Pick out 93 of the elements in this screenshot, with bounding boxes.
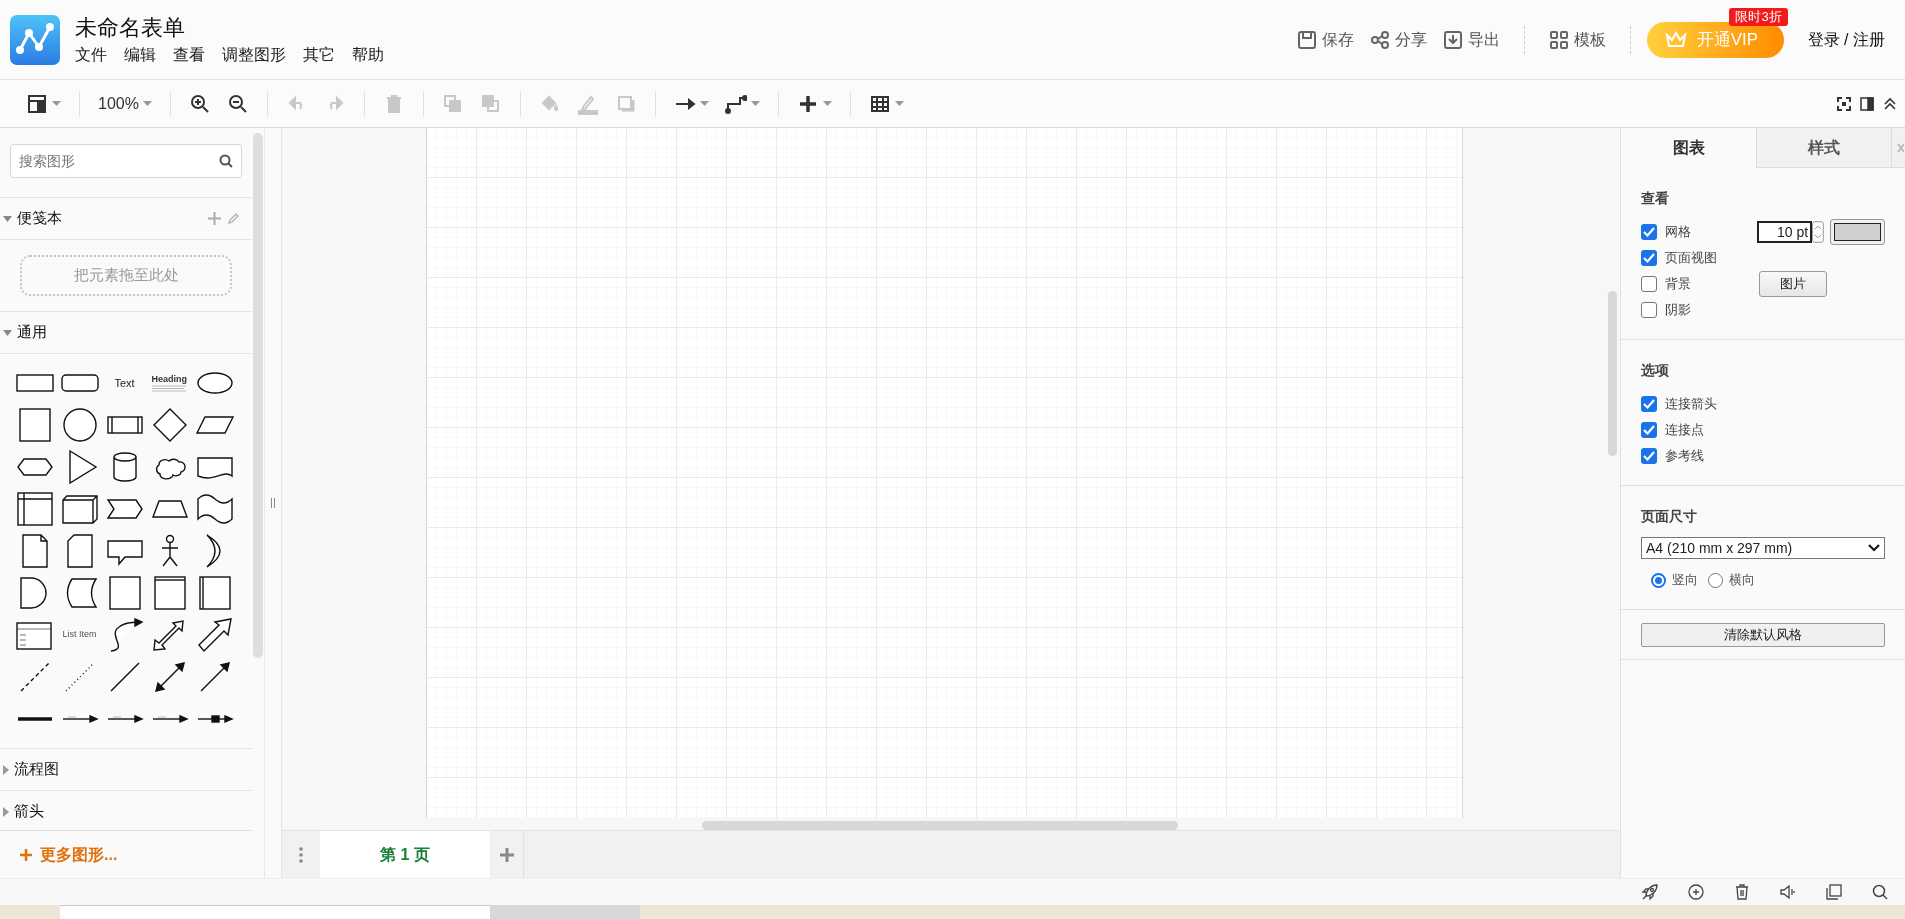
- save-button[interactable]: 保存: [1296, 27, 1354, 52]
- fullscreen-icon[interactable]: [1837, 96, 1851, 111]
- menu-item[interactable]: 编辑: [124, 43, 156, 66]
- section-title[interactable]: 流程图: [14, 758, 59, 781]
- vertical-scrollbar[interactable]: [1608, 291, 1617, 456]
- radio-button[interactable]: [1708, 572, 1723, 588]
- section-heading: 选项: [1641, 361, 1670, 380]
- caret-icon: [894, 101, 904, 106]
- checkbox[interactable]: [1641, 422, 1657, 438]
- share-button[interactable]: 分享: [1369, 27, 1427, 52]
- export-button[interactable]: 导出: [1442, 27, 1500, 52]
- layers-icon: [479, 92, 502, 115]
- zoom-out-icon: [226, 92, 249, 115]
- caret-icon: [822, 101, 832, 106]
- panel-tab[interactable]: 样式: [1756, 128, 1891, 168]
- checkbox[interactable]: [1641, 302, 1657, 318]
- chevron-down-icon: [1868, 544, 1880, 552]
- share-icon: [1369, 29, 1390, 50]
- checkbox[interactable]: [1641, 224, 1657, 240]
- checkbox[interactable]: [1641, 250, 1657, 266]
- collapsed-triangle-icon[interactable]: [3, 806, 9, 817]
- collapsed-triangle-icon[interactable]: [3, 764, 9, 775]
- radio-label[interactable]: 横向: [1729, 570, 1755, 590]
- page-menu-icon[interactable]: [299, 846, 303, 863]
- radio-button[interactable]: [1651, 572, 1666, 588]
- checkbox-label[interactable]: 背景: [1665, 274, 1759, 294]
- menu-item[interactable]: 其它: [303, 43, 335, 66]
- plus-icon: [499, 847, 514, 862]
- expanded-triangle-icon[interactable]: [3, 215, 12, 222]
- section-title[interactable]: 箭头: [14, 800, 44, 823]
- plus-icon[interactable]: [20, 848, 32, 861]
- caret-icon: [699, 101, 709, 106]
- search-icon[interactable]: [1871, 883, 1889, 901]
- internal-storage-icon[interactable]: [14, 491, 55, 527]
- grid-color-swatch[interactable]: [1829, 219, 1885, 245]
- grid-size-field[interactable]: 10 pt: [1757, 221, 1813, 243]
- floppy-icon: [1296, 29, 1317, 50]
- zoom-dropdown[interactable]: 100%: [90, 87, 160, 120]
- checkbox-label[interactable]: 网格: [1664, 222, 1757, 242]
- radio-label[interactable]: 竖向: [1672, 570, 1698, 590]
- sidebar-scrollbar[interactable]: [253, 133, 263, 658]
- checkbox-label[interactable]: 连接点: [1665, 420, 1704, 440]
- search-icon[interactable]: [219, 154, 233, 168]
- caret-icon: [142, 101, 152, 106]
- plus-circle-icon[interactable]: [1687, 883, 1705, 901]
- spinner-icon[interactable]: [1812, 221, 1824, 243]
- caret-icon: [52, 101, 61, 106]
- download-icon: [1442, 29, 1463, 50]
- menu-item[interactable]: 调整图形: [222, 43, 286, 66]
- list-item-shape[interactable]: List Item: [62, 628, 97, 642]
- grid-icon: [1548, 29, 1569, 50]
- splitter-handle[interactable]: [271, 498, 275, 508]
- checkbox[interactable]: [1641, 396, 1657, 412]
- section-heading: 页面尺寸: [1641, 507, 1698, 526]
- zoom-in-icon: [188, 92, 211, 115]
- text-shape[interactable]: Text: [114, 374, 135, 392]
- checkbox-label[interactable]: 页面视图: [1665, 248, 1759, 268]
- image-button[interactable]: 图片: [1759, 271, 1827, 297]
- checkbox[interactable]: [1641, 276, 1657, 292]
- panel-layout-icon: [26, 92, 48, 115]
- section-title[interactable]: 通用: [17, 321, 47, 344]
- rocket-icon[interactable]: [1641, 883, 1659, 901]
- page-tab[interactable]: 第 1 页: [320, 831, 490, 878]
- menu-item[interactable]: 帮助: [352, 43, 384, 66]
- copy-icon[interactable]: [1825, 883, 1843, 901]
- reset-style-button[interactable]: 清除默认风格: [1641, 622, 1885, 647]
- templates-button[interactable]: 模板: [1548, 27, 1606, 52]
- section-title[interactable]: 便笺本: [17, 207, 62, 230]
- caret-icon: [750, 101, 760, 106]
- collapse-icon[interactable]: [1883, 96, 1897, 111]
- document-title[interactable]: 未命名表单: [75, 13, 384, 42]
- checkbox-label[interactable]: 参考线: [1665, 446, 1704, 466]
- drop-hint: 把元素拖至此处: [73, 265, 179, 286]
- checkbox-label[interactable]: 连接箭头: [1665, 394, 1717, 414]
- tape-icon[interactable]: [194, 491, 235, 527]
- section-heading: 查看: [1641, 189, 1670, 208]
- search-field[interactable]: 搜索图形: [10, 144, 242, 178]
- crown-icon: [1664, 30, 1687, 49]
- layers-icon: [441, 92, 464, 115]
- login-link[interactable]: 登录 / 注册: [1807, 27, 1885, 52]
- checkbox-label[interactable]: 阴影: [1665, 300, 1759, 320]
- menu-item[interactable]: 查看: [173, 43, 205, 66]
- elbow-connector-icon: [724, 92, 747, 115]
- menu-item[interactable]: 文件: [75, 43, 107, 66]
- page-size-dropdown[interactable]: A4 (210 mm x 297 mm): [1641, 537, 1885, 559]
- expanded-triangle-icon[interactable]: [3, 329, 12, 336]
- app-logo: [10, 14, 60, 65]
- speaker-icon[interactable]: [1779, 883, 1797, 901]
- trash-icon[interactable]: [1733, 883, 1751, 901]
- checkbox[interactable]: [1641, 448, 1657, 464]
- panel-toggle-icon[interactable]: [1860, 96, 1874, 111]
- discount-badge: 限时3折: [1729, 7, 1788, 26]
- horizontal-scrollbar[interactable]: [702, 821, 1178, 830]
